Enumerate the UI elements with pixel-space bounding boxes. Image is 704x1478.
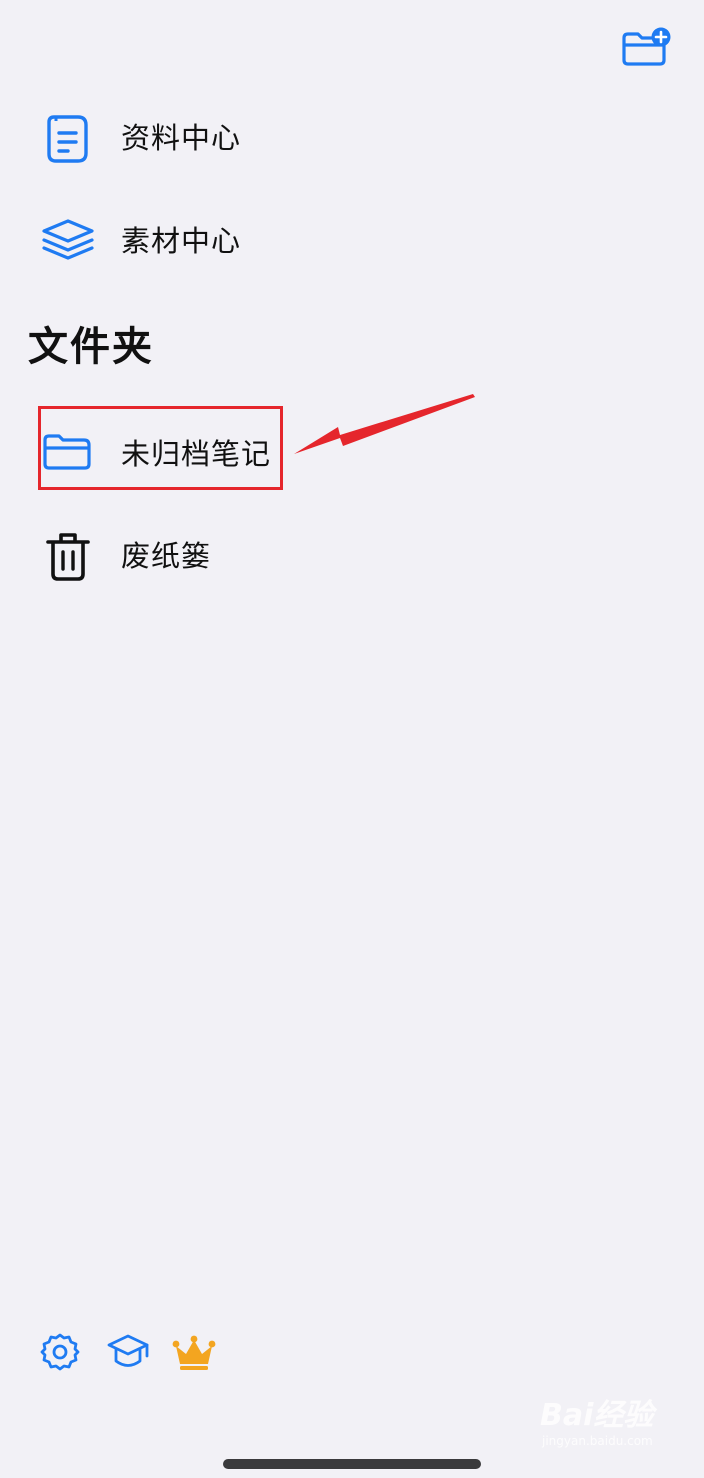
tutorial-button[interactable] xyxy=(106,1332,150,1372)
settings-button[interactable] xyxy=(40,1332,80,1372)
graduation-cap-icon xyxy=(107,1334,149,1367)
document-icon xyxy=(44,112,92,166)
folder-item-trash[interactable]: 废纸篓 xyxy=(0,508,704,604)
folders-section-title: 文件夹 xyxy=(28,324,154,370)
home-indicator[interactable] xyxy=(223,1459,481,1469)
annotation-arrow-icon xyxy=(288,394,478,466)
folder-item-label: 废纸篓 xyxy=(121,539,212,573)
nav-item-material-center[interactable]: 素材中心 xyxy=(0,193,704,289)
nav-item-label: 资料中心 xyxy=(121,121,242,155)
folder-item-label: 未归档笔记 xyxy=(121,437,272,471)
watermark-brand: Bai经验 xyxy=(540,1398,654,1433)
watermark: Bai经验 jingyan.baidu.com xyxy=(540,1398,690,1454)
folder-plus-icon xyxy=(622,27,671,66)
nav-item-label: 素材中心 xyxy=(121,224,242,258)
layers-icon xyxy=(40,217,96,263)
sidebar-screen: 资料中心 素材中心 文件夹 未归档笔记 废纸篓 Bai经验 jingyan.ba… xyxy=(0,0,704,1478)
premium-button[interactable] xyxy=(172,1334,216,1372)
settings-icon xyxy=(40,1333,80,1371)
folder-icon xyxy=(42,432,92,472)
crown-icon xyxy=(172,1335,216,1370)
new-folder-button[interactable] xyxy=(620,26,672,70)
nav-item-resource-center[interactable]: 资料中心 xyxy=(0,90,704,186)
trash-icon xyxy=(46,532,90,582)
watermark-url: jingyan.baidu.com xyxy=(542,1434,653,1448)
